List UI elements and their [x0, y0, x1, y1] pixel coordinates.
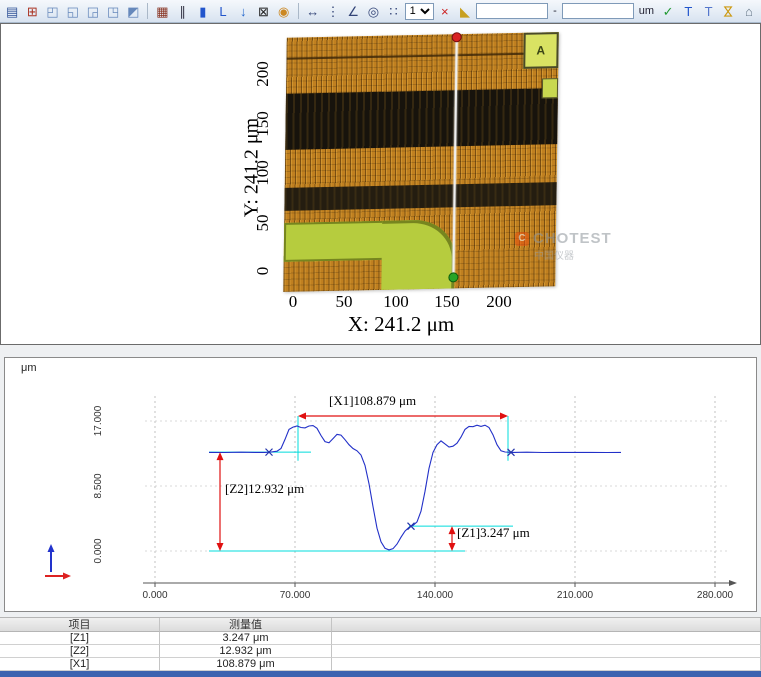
y-tick-label: 100 [253, 156, 273, 190]
tile-windows-icon[interactable]: ⊞ [23, 2, 41, 20]
angle-measure-icon[interactable]: ∠ [344, 2, 362, 20]
surface-dark-line [286, 52, 558, 60]
arrowhead [298, 413, 306, 420]
table-header-row: 项目测量值 [0, 618, 761, 632]
table-row[interactable]: [Z2]12.932 μm [0, 645, 761, 658]
watermark-brand: CHOTEST [533, 230, 612, 247]
apply-check-icon[interactable]: ✓ [659, 2, 677, 20]
cube-iso-view-icon[interactable]: ◩ [124, 2, 142, 20]
x-tick-label: 70.000 [280, 590, 311, 601]
surface-green-trace-elbow [381, 220, 455, 290]
item-cell: [X1] [0, 658, 160, 671]
grid-points-icon[interactable]: ∷ [384, 2, 402, 20]
bottom-strip [0, 671, 761, 677]
table-header-cell: 测量值 [160, 618, 332, 632]
arrow-down-icon[interactable]: ↓ [234, 2, 252, 20]
y-tick-label: 150 [253, 107, 273, 141]
surface-dark-band-1 [285, 88, 558, 150]
measurement-label: [Z1]3.247 μm [457, 525, 530, 540]
cube-top-view-icon[interactable]: ◰ [43, 2, 61, 20]
profile-chart-panel: μm 0.00070.000140.000210.000280.0000.000… [4, 357, 757, 612]
profile-count-select[interactable]: 1 [405, 3, 434, 20]
range-min-input[interactable] [476, 3, 548, 19]
x-tick-label: 200 [479, 292, 519, 312]
toolbar-separator [147, 3, 148, 19]
value-cell: 108.879 μm [160, 658, 332, 671]
y-tick-label: 0.000 [93, 538, 104, 563]
arrowhead [449, 543, 456, 551]
vertical-distance-icon[interactable]: ⋮ [324, 2, 342, 20]
save-icon[interactable]: ▤ [3, 2, 21, 20]
circle-measure-icon[interactable]: ◎ [364, 2, 382, 20]
texture-grid-icon[interactable]: ▦ [153, 2, 171, 20]
text-note-icon[interactable]: T [699, 2, 717, 20]
x-tick-label: 140.000 [417, 590, 454, 601]
cube-right-view-icon[interactable]: ◳ [104, 2, 122, 20]
x-tick-label: 100 [376, 292, 416, 312]
section-line-end-handle[interactable] [448, 272, 458, 282]
unit-label: um [636, 5, 657, 17]
x-tick-label: 0 [273, 292, 313, 312]
profile-bars-icon[interactable]: ∥ [174, 2, 192, 20]
delete-measurement-icon[interactable]: × [436, 2, 454, 20]
table-header-cell [332, 618, 761, 632]
arrowhead [217, 452, 224, 460]
y-tick-label: 50 [253, 206, 273, 240]
calibration-ruler-icon[interactable]: ◣ [456, 2, 474, 20]
slope-correction-icon[interactable]: ⊠ [254, 2, 272, 20]
measurement-label: [Z2]12.932 μm [225, 481, 304, 496]
range-max-input[interactable] [562, 3, 634, 19]
surface-dark-band-2 [284, 182, 556, 211]
y-tick-label: 8.500 [93, 473, 104, 498]
value-cell: 12.932 μm [160, 645, 332, 658]
y-tick-label: 0 [253, 254, 273, 288]
table-header-cell: 项目 [0, 618, 160, 632]
surface-chip-structure-small [542, 78, 559, 99]
y-tick-label: 17.000 [93, 405, 104, 436]
surface-chip-structure: A [523, 32, 559, 68]
empty-cell [332, 632, 761, 645]
item-cell: [Z1] [0, 632, 160, 645]
x-tick-label: 150 [427, 292, 467, 312]
range-separator-label: - [550, 5, 560, 17]
render-sphere-icon[interactable]: ◉ [275, 2, 293, 20]
point-to-point-measure-icon[interactable]: ↔ [304, 2, 322, 20]
cube-left-view-icon[interactable]: ◲ [84, 2, 102, 20]
profile-section-line[interactable] [452, 38, 457, 276]
x-axis-title: X: 241.2 μm [296, 312, 506, 337]
arrowhead [217, 543, 224, 551]
layer-view-icon[interactable]: ▮ [194, 2, 212, 20]
empty-cell [332, 658, 761, 671]
step-height-icon[interactable]: L [214, 2, 232, 20]
watermark-subtitle: 中国仪器 [534, 247, 645, 262]
x-tick-label: 210.000 [557, 590, 594, 601]
cube-front-view-icon[interactable]: ◱ [64, 2, 82, 20]
toolbar: ▤⊞◰◱◲◳◩▦∥▮L↓⊠◉↔⋮∠◎∷1×◣-um✓TT⋈⌂ [0, 0, 761, 23]
x-tick-label: 280.000 [697, 590, 734, 601]
measurement-table: 项目测量值[Z1]3.247 μm[Z2]12.932 μm[X1]108.87… [0, 617, 761, 671]
arrowhead [500, 413, 508, 420]
arrowhead [449, 526, 456, 534]
section-line-start-handle[interactable] [451, 32, 461, 42]
table-row[interactable]: [X1]108.879 μm [0, 658, 761, 671]
stage-clamp-icon[interactable]: ⌂ [740, 2, 758, 20]
arrowhead [63, 573, 71, 580]
text-annotation-icon[interactable]: T [679, 2, 697, 20]
watermark: C CHOTEST 中国仪器 [515, 230, 645, 262]
view3d-panel: A Y: 241.2 μm 200150100500 050100150200 … [0, 23, 761, 345]
item-cell: [Z2] [0, 645, 160, 658]
y-tick-label: 200 [253, 57, 273, 91]
arrowhead [48, 544, 55, 552]
x-tick-label: 50 [324, 292, 364, 312]
profile-chart-canvas[interactable]: 0.000 70.000 140.000 210.000 280.000 0.000 8.5… [5, 358, 754, 611]
toolbar-separator [298, 3, 299, 19]
empty-cell [332, 645, 761, 658]
hourglass-icon[interactable]: ⋈ [720, 2, 738, 20]
measurement-label: [X1]108.879 μm [329, 393, 416, 408]
watermark-logo-icon: C [515, 232, 529, 246]
x-axis-arrow [729, 580, 737, 586]
table-row[interactable]: [Z1]3.247 μm [0, 632, 761, 645]
x-tick-label: 0.000 [142, 590, 167, 601]
value-cell: 3.247 μm [160, 632, 332, 645]
